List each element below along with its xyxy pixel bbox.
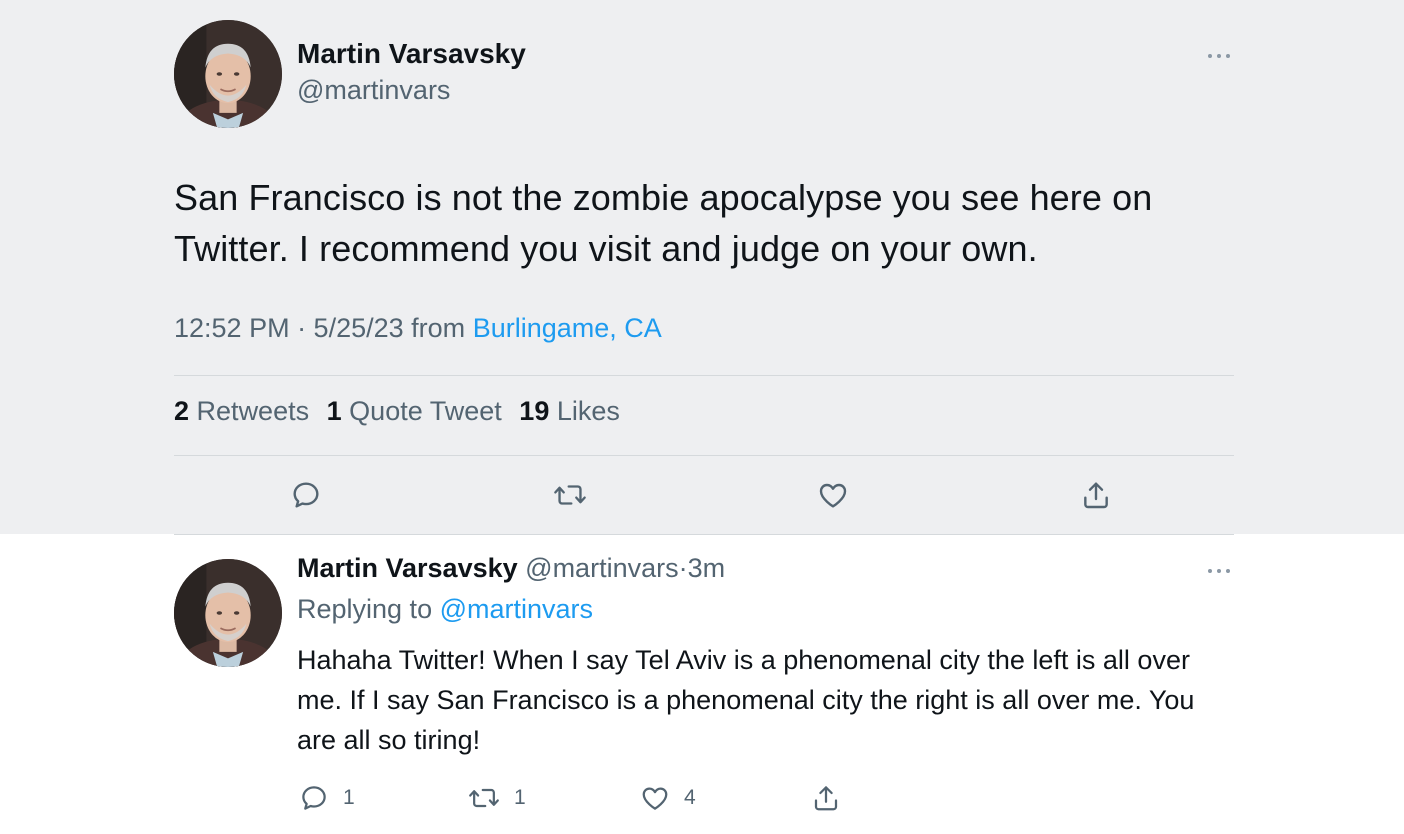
reply-button[interactable]	[290, 479, 322, 511]
share-icon	[814, 786, 838, 811]
like-button[interactable]: 4	[640, 783, 696, 813]
retweet-icon	[554, 485, 586, 505]
author-handle[interactable]: @martinvars	[297, 75, 450, 106]
tweet-text: San Francisco is not the zombie apocalyp…	[174, 177, 1153, 269]
avatar[interactable]	[174, 20, 282, 128]
likes-count: 19	[519, 396, 550, 426]
like-icon	[642, 787, 668, 810]
divider	[174, 375, 1234, 376]
quotes-label: Quote Tweet	[349, 396, 502, 426]
from-label: from	[411, 313, 466, 343]
replying-mention[interactable]: @martinvars	[440, 594, 593, 624]
avatar[interactable]	[174, 559, 282, 667]
divider	[174, 455, 1234, 456]
share-button[interactable]	[1080, 479, 1112, 511]
reply-icon	[293, 482, 319, 508]
tweet-timestamp[interactable]: 12:52 PM · 5/25/23	[174, 313, 404, 343]
quotes-count: 1	[326, 396, 342, 426]
retweet-icon	[469, 788, 499, 808]
likes-stat[interactable]: 19 Likes	[519, 396, 620, 426]
main-tweet: Martin Varsavsky @martinvars San Francis…	[0, 0, 1404, 534]
reply-author-handle[interactable]: @martinvars	[525, 553, 678, 583]
tweet-meta: 12:52 PM · 5/25/23 from Burlingame, CA	[174, 313, 662, 344]
retweets-count: 2	[174, 396, 190, 426]
reply-header: Martin Varsavsky @martinvars·3m	[297, 553, 725, 584]
retweet-button[interactable]	[553, 479, 587, 511]
avatar-photo	[174, 559, 282, 667]
share-button[interactable]	[811, 783, 841, 813]
like-icon	[819, 483, 847, 508]
tweet-location[interactable]: Burlingame, CA	[473, 313, 662, 343]
retweet-button[interactable]: 1	[468, 783, 526, 813]
author-name[interactable]: Martin Varsavsky	[297, 38, 526, 70]
retweets-label: Retweets	[196, 396, 310, 426]
divider	[174, 534, 1234, 535]
like-count: 4	[684, 786, 696, 809]
share-icon	[1084, 482, 1108, 509]
likes-label: Likes	[556, 396, 620, 426]
replying-to: Replying to @martinvars	[297, 594, 593, 625]
quotes-stat[interactable]: 1 Quote Tweet	[327, 396, 502, 426]
reply-author-name[interactable]: Martin Varsavsky	[297, 553, 518, 583]
tweet-stats: 2 Retweets 1 Quote Tweet 19 Likes	[174, 396, 620, 427]
avatar-photo	[174, 20, 282, 128]
retweet-count: 1	[514, 786, 526, 809]
separator-dot: ·	[678, 553, 688, 583]
more-options-icon[interactable]	[1208, 568, 1230, 574]
reply-icon	[302, 786, 326, 810]
reply-count: 1	[343, 786, 355, 809]
replying-label: Replying to	[297, 594, 433, 624]
like-button[interactable]	[817, 479, 849, 511]
reply-age[interactable]: 3m	[688, 553, 726, 583]
reply-text: Hahaha Twitter! When I say Tel Aviv is a…	[297, 645, 1195, 755]
more-options-icon[interactable]	[1208, 53, 1230, 59]
retweets-stat[interactable]: 2 Retweets	[174, 396, 309, 426]
reply-button[interactable]: 1	[299, 783, 355, 813]
